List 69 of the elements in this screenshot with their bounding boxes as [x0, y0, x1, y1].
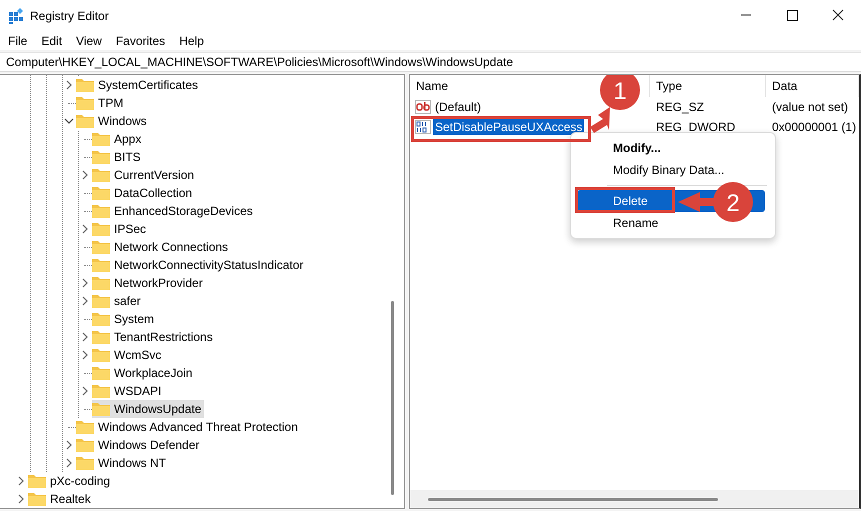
- value-type: REG_DWORD: [655, 120, 736, 134]
- expand-chevron-icon[interactable]: [81, 386, 89, 396]
- menu-item[interactable]: Modify Binary Data...: [577, 159, 765, 181]
- address-bar[interactable]: Computer\HKEY_LOCAL_MACHINE\SOFTWARE\Policies\Microsoft\Windows\WindowsUpdate: [0, 52, 861, 72]
- tree-item[interactable]: NetworkConnectivityStatusIndicator: [92, 256, 306, 274]
- folder-icon: [92, 366, 110, 380]
- scrollbar[interactable]: [391, 301, 394, 495]
- step-badge: 2: [713, 182, 753, 222]
- expand-chevron-icon[interactable]: [65, 458, 73, 468]
- expand-chevron-icon[interactable]: [17, 494, 25, 504]
- folder-icon: [76, 96, 94, 110]
- step-badge: 1: [600, 75, 640, 110]
- folder-icon: [92, 186, 110, 200]
- menu-item[interactable]: Help: [179, 34, 204, 48]
- string-value-icon: [415, 99, 431, 115]
- tree-item[interactable]: Realtek: [28, 490, 94, 508]
- menu-item[interactable]: View: [76, 34, 102, 48]
- menu-item[interactable]: Edit: [41, 34, 62, 48]
- folder-icon: [28, 474, 46, 488]
- column-header[interactable]: Type: [650, 75, 766, 97]
- expand-chevron-icon[interactable]: [81, 296, 89, 306]
- registry-icon: [8, 8, 24, 24]
- expand-chevron-icon[interactable]: [81, 170, 89, 180]
- folder-icon: [76, 420, 94, 434]
- expand-chevron-icon[interactable]: [17, 476, 25, 486]
- folder-icon: [76, 78, 94, 92]
- value-name[interactable]: (Default): [433, 99, 484, 115]
- folder-icon: [92, 294, 110, 308]
- column-header[interactable]: Data: [766, 75, 859, 97]
- tree-item[interactable]: WindowsUpdate: [92, 400, 204, 418]
- folder-icon: [92, 240, 110, 254]
- folder-icon: [92, 132, 110, 146]
- folder-icon: [92, 402, 110, 416]
- folder-icon: [92, 330, 110, 344]
- tree-item[interactable]: Appx: [92, 130, 144, 148]
- expand-chevron-icon[interactable]: [81, 224, 89, 234]
- menu-item[interactable]: Favorites: [116, 34, 166, 48]
- folder-icon: [92, 384, 110, 398]
- folder-icon: [92, 150, 110, 164]
- folder-icon: [28, 492, 46, 506]
- folder-icon: [92, 276, 110, 290]
- tree-item[interactable]: Windows Defender: [76, 436, 202, 454]
- value-name[interactable]: SetDisablePauseUXAccess: [433, 119, 584, 135]
- menu-item[interactable]: Modify...: [577, 137, 765, 159]
- value-type: REG_SZ: [655, 100, 706, 114]
- tree-item[interactable]: WcmSvc: [92, 346, 164, 364]
- collapse-chevron-icon[interactable]: [64, 117, 74, 125]
- expand-chevron-icon[interactable]: [81, 350, 89, 360]
- window-title: Registry Editor: [30, 9, 110, 23]
- expand-chevron-icon[interactable]: [81, 332, 89, 342]
- folder-icon: [92, 222, 110, 236]
- folder-icon: [92, 312, 110, 326]
- menu-item[interactable]: File: [8, 34, 28, 48]
- folder-icon: [92, 204, 110, 218]
- folder-icon: [92, 348, 110, 362]
- expand-chevron-icon[interactable]: [65, 80, 73, 90]
- scrollbar[interactable]: [410, 490, 859, 508]
- value-data: 0x00000001 (1): [771, 120, 858, 134]
- folder-icon: [76, 114, 94, 128]
- folder-icon: [76, 456, 94, 470]
- folder-icon: [92, 258, 110, 272]
- folder-icon: [76, 438, 94, 452]
- folder-icon: [92, 168, 110, 182]
- value-data: (value not set): [771, 100, 850, 114]
- expand-chevron-icon[interactable]: [81, 278, 89, 288]
- callout-arrow: [590, 107, 610, 133]
- tree-item[interactable]: NetworkProvider: [92, 274, 206, 292]
- binary-value-icon: [415, 119, 431, 135]
- expand-chevron-icon[interactable]: [65, 440, 73, 450]
